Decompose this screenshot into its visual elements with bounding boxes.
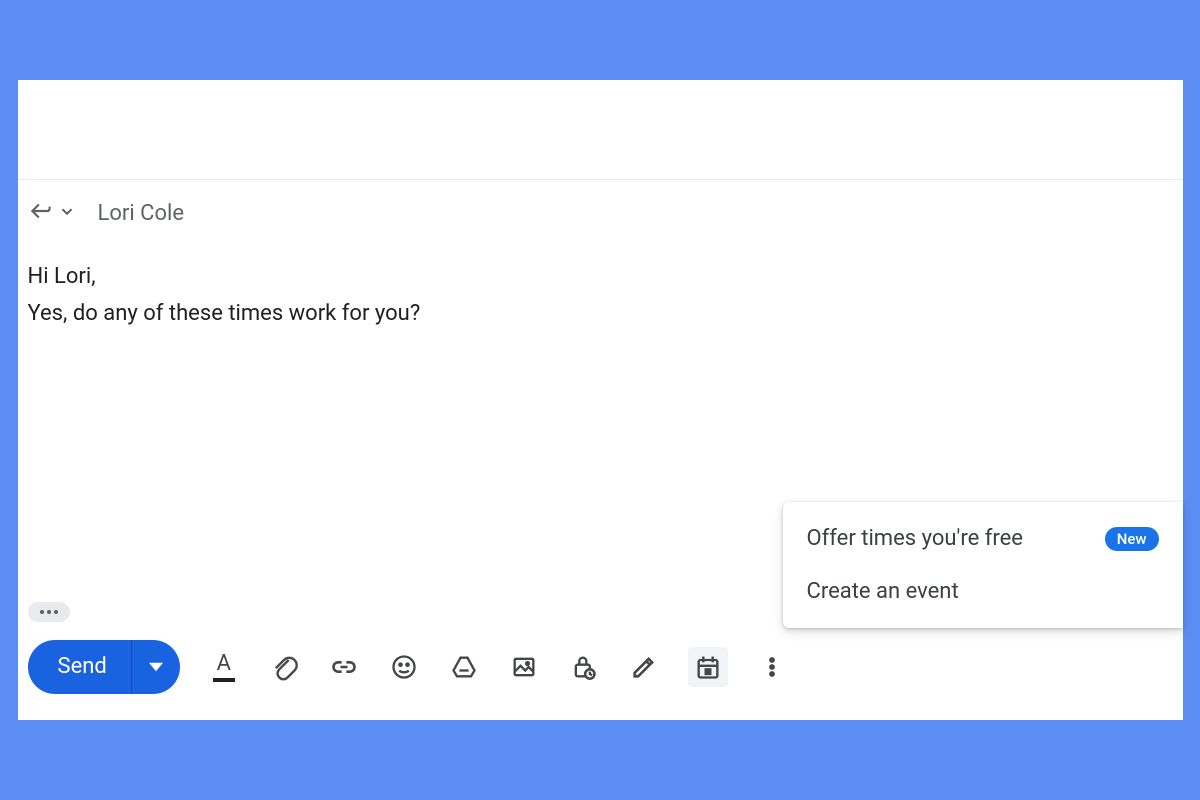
more-options-button[interactable] <box>756 651 788 683</box>
text-format-icon: A <box>217 653 231 675</box>
insert-drive-button[interactable] <box>448 651 480 683</box>
insert-emoji-button[interactable] <box>388 651 420 683</box>
offer-times-menu-item[interactable]: Offer times you're free New <box>783 512 1183 565</box>
chevron-down-icon <box>56 200 78 226</box>
signature-button[interactable] <box>628 651 660 683</box>
create-event-menu-item[interactable]: Create an event <box>783 565 1183 618</box>
calendar-popup-menu: Offer times you're free New Create an ev… <box>783 502 1183 628</box>
new-badge: New <box>1105 527 1159 551</box>
compose-window: Lori Cole Hi Lori, Yes, do any of these … <box>18 80 1183 720</box>
body-line: Hi Lori, <box>28 258 1173 295</box>
more-vert-icon <box>758 653 786 681</box>
recipient-name[interactable]: Lori Cole <box>98 201 185 226</box>
formatting-button[interactable]: A <box>208 651 240 683</box>
reply-arrow-icon <box>28 198 54 228</box>
compose-toolbar: Send A <box>18 622 1183 720</box>
recipient-row: Lori Cole <box>18 180 1183 240</box>
show-trimmed-content-button[interactable] <box>28 602 70 622</box>
link-icon <box>330 653 358 681</box>
lock-clock-icon <box>570 653 598 681</box>
calendar-icon <box>694 653 722 681</box>
calendar-button[interactable] <box>688 647 728 687</box>
pen-icon <box>630 653 658 681</box>
drive-icon <box>450 653 478 681</box>
reply-type-button[interactable] <box>28 198 78 228</box>
body-line: Yes, do any of these times work for you? <box>28 295 1173 332</box>
menu-item-label: Create an event <box>807 579 959 604</box>
attach-file-button[interactable] <box>268 651 300 683</box>
confidential-mode-button[interactable] <box>568 651 600 683</box>
insert-link-button[interactable] <box>328 651 360 683</box>
send-options-button[interactable] <box>132 660 180 674</box>
image-icon <box>510 653 538 681</box>
emoji-icon <box>390 653 418 681</box>
header-spacer <box>18 80 1183 180</box>
insert-image-button[interactable] <box>508 651 540 683</box>
menu-item-label: Offer times you're free <box>807 526 1023 551</box>
paperclip-icon <box>270 653 298 681</box>
send-label: Send <box>28 640 132 694</box>
send-button[interactable]: Send <box>28 640 180 694</box>
